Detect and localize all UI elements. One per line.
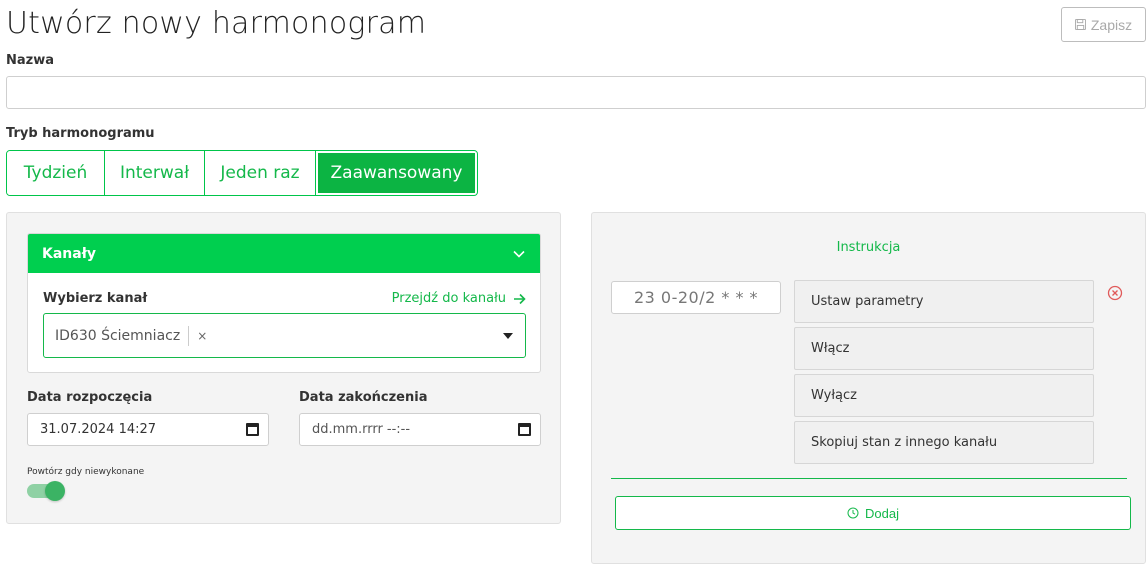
goto-channel-link[interactable]: Przejdź do kanału	[392, 291, 526, 306]
instructions-title: Instrukcja	[836, 240, 901, 255]
arrow-right-icon	[514, 293, 526, 304]
selected-channel: ID630 Ściemniacz	[55, 327, 181, 344]
mode-advanced-button[interactable]: Zaawansowany	[316, 151, 477, 195]
action-set-parameters[interactable]: Ustaw parametry	[794, 280, 1094, 323]
repeat-toggle[interactable]	[27, 481, 65, 501]
mode-advanced-label: Zaawansowany	[330, 163, 463, 183]
mode-label: Tryb harmonogramu	[6, 126, 155, 141]
name-label: Nazwa	[6, 53, 55, 68]
toggle-knob	[45, 481, 65, 501]
instructions-divider	[611, 478, 1127, 479]
mode-week-label: Tydzień	[23, 163, 88, 183]
instructions-panel: Instrukcja 23 0-20/2 * * * Ustaw paramet…	[591, 212, 1146, 564]
clock-icon	[847, 507, 859, 519]
page-title: Utwórz nowy harmonogram	[6, 6, 427, 41]
mode-toggle-group: Tydzień Interwał Jeden raz Zaawansowany	[6, 150, 478, 196]
end-date-input[interactable]: dd.mm.rrrr --:--	[299, 413, 541, 446]
channels-card-header[interactable]: Kanały	[28, 234, 540, 273]
end-date-label: Data zakończenia	[299, 390, 428, 405]
mode-once-label: Jeden raz	[220, 163, 300, 183]
end-date-placeholder: dd.mm.rrrr --:--	[312, 422, 411, 437]
mode-week-button[interactable]: Tydzień	[7, 151, 105, 195]
action-copy-state[interactable]: Skopiuj stan z innego kanału	[794, 421, 1094, 464]
calendar-icon[interactable]	[518, 423, 531, 436]
start-date-value: 31.07.2024 14:27	[40, 422, 157, 437]
channels-card-title: Kanały	[42, 245, 97, 262]
mode-once-button[interactable]: Jeden raz	[205, 151, 316, 195]
action-turn-on[interactable]: Włącz	[794, 327, 1094, 370]
action-turn-off[interactable]: Wyłącz	[794, 374, 1094, 417]
mode-interval-button[interactable]: Interwał	[105, 151, 205, 195]
name-input[interactable]	[6, 76, 1146, 109]
floppy-disk-icon	[1074, 19, 1086, 30]
remove-icon[interactable]	[1107, 285, 1123, 301]
remove-channel-button[interactable]: ×	[188, 325, 207, 346]
add-button-label: Dodaj	[865, 505, 899, 521]
dropdown-arrow-icon	[503, 333, 513, 339]
channel-select[interactable]: ID630 Ściemniacz ×	[43, 313, 526, 358]
cron-expression[interactable]: 23 0-20/2 * * *	[611, 281, 781, 314]
repeat-label: Powtórz gdy niewykonane	[27, 467, 145, 477]
save-button[interactable]: Zapisz	[1061, 7, 1146, 42]
goto-channel-label: Przejdź do kanału	[391, 291, 506, 306]
channel-select-label: Wybierz kanał	[43, 291, 148, 306]
mode-interval-label: Interwał	[119, 163, 190, 183]
start-date-input[interactable]: 31.07.2024 14:27	[27, 413, 269, 446]
chevron-down-icon	[513, 250, 525, 258]
save-button-label: Zapisz	[1090, 16, 1133, 33]
add-button[interactable]: Dodaj	[615, 496, 1131, 530]
channels-card: Kanały Wybierz kanał Przejdź do kanału I…	[27, 233, 541, 373]
start-date-label: Data rozpoczęcia	[27, 390, 153, 405]
settings-panel: Kanały Wybierz kanał Przejdź do kanału I…	[6, 212, 561, 524]
calendar-icon[interactable]	[246, 423, 259, 436]
